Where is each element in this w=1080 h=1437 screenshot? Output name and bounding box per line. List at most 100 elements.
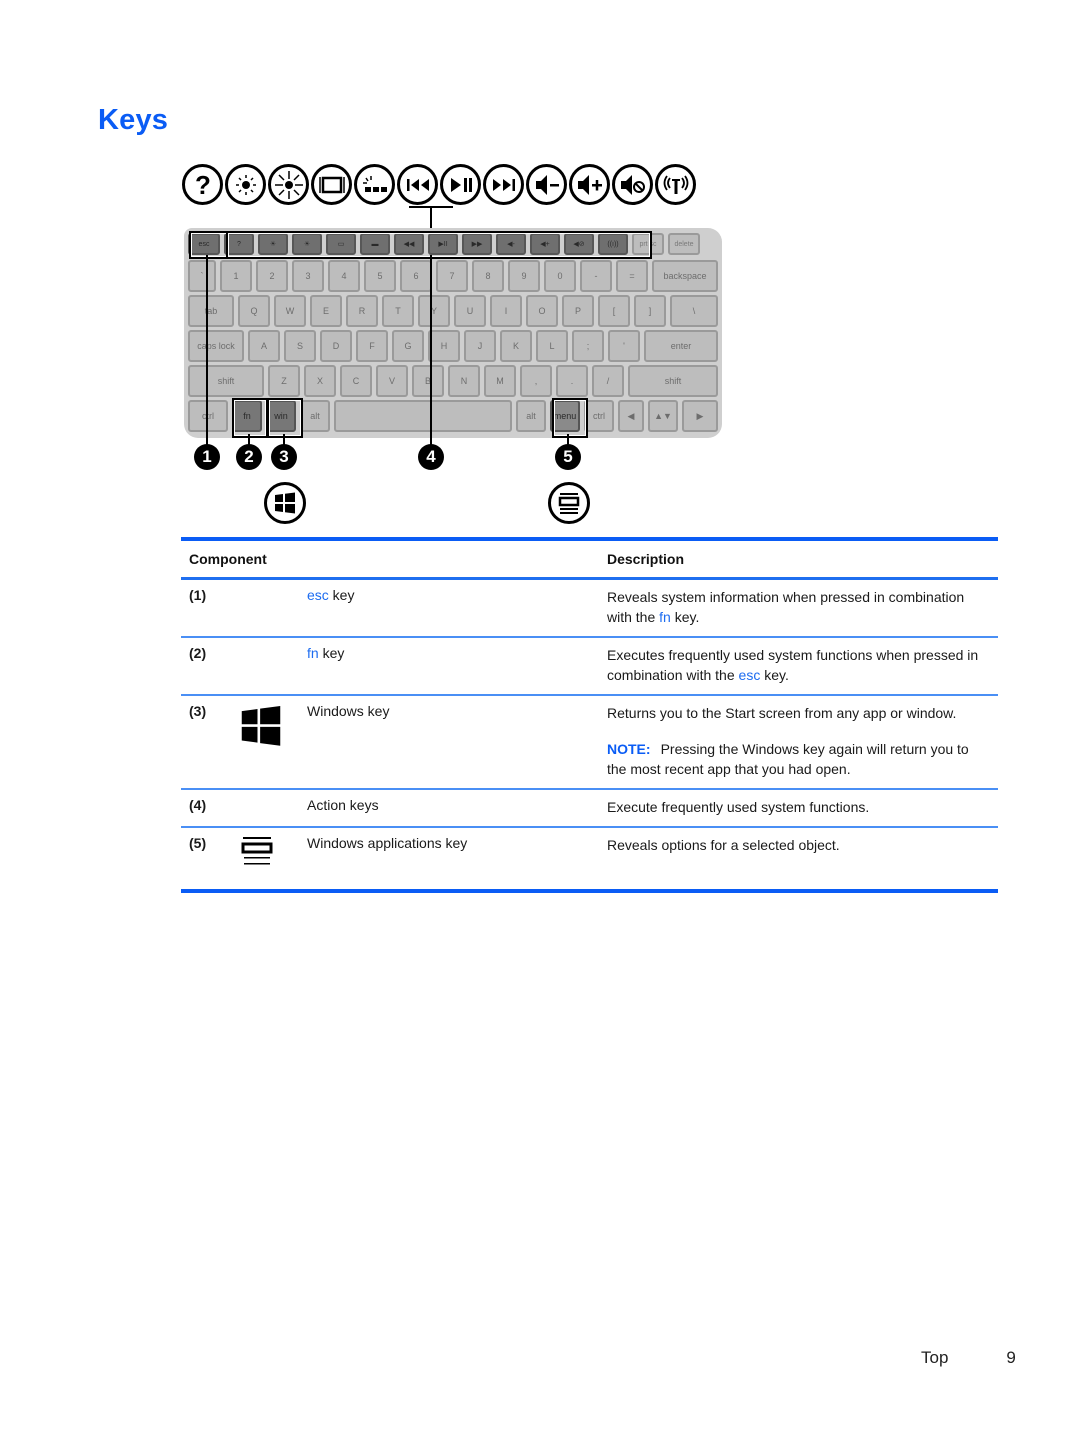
note-text: Pressing the Windows key again will retu… [607, 741, 969, 777]
row-component-name: Windows key [307, 703, 390, 719]
callout-3: 3 [271, 444, 297, 470]
row-icon-cell [235, 638, 307, 694]
row-component-name: Action keys [307, 797, 379, 813]
key: S [284, 330, 316, 362]
mute-icon [612, 164, 653, 205]
header-description: Description [607, 551, 685, 567]
desc-text: key. [670, 609, 700, 625]
key: W [274, 295, 306, 327]
key: N [448, 365, 480, 397]
row-number: (2) [189, 645, 207, 661]
caps-lock-key: caps lock [188, 330, 244, 362]
row-number: (5) [189, 835, 207, 851]
alt-gr-key: alt [516, 400, 546, 432]
key: 0 [544, 260, 576, 292]
key: D [320, 330, 352, 362]
fn-link-text: fn [659, 609, 671, 625]
volume-down-icon [526, 164, 567, 205]
f8-key: ▶▶ [462, 233, 492, 255]
key: X [304, 365, 336, 397]
table-row: (1) esc key Reveals system information w… [181, 580, 998, 638]
action-key-icon-strip: ? [182, 164, 696, 205]
f5-key: ▬ [360, 233, 390, 255]
page-number: 9 [1006, 1348, 1016, 1367]
key: ` [188, 260, 216, 292]
key: 1 [220, 260, 252, 292]
brightness-up-icon [268, 164, 309, 205]
prtsc-key: prt sc [632, 233, 664, 255]
function-key-row: esc ? ☀ ☀ ▭ ▬ ◀◀ ▶II ▶▶ ◀- ◀+ ◀⊘ ((ı)) p… [188, 233, 718, 255]
key: 3 [292, 260, 324, 292]
backspace-key: backspace [652, 260, 718, 292]
svg-text:?: ? [195, 170, 211, 200]
callout-1: 1 [194, 444, 220, 470]
spacebar-key [334, 400, 512, 432]
desc-text: Returns you to the Start screen from any… [607, 705, 957, 721]
key: K [500, 330, 532, 362]
f6-key: ◀◀ [394, 233, 424, 255]
desc-text: key. [760, 667, 789, 683]
key: ] [634, 295, 666, 327]
key: 8 [472, 260, 504, 292]
f4-key: ▭ [326, 233, 356, 255]
key: E [310, 295, 342, 327]
key: 5 [364, 260, 396, 292]
keyboard-backlight-icon [354, 164, 395, 205]
key: G [392, 330, 424, 362]
applications-key: menu [550, 400, 580, 432]
key: U [454, 295, 486, 327]
wireless-icon [655, 164, 696, 205]
fn-key: fn [232, 400, 262, 432]
name-suffix: key [328, 587, 355, 603]
leader-line-action-keys-top [430, 206, 432, 230]
callout-5: 5 [555, 444, 581, 470]
alt-key: alt [300, 400, 330, 432]
leader-line-4 [430, 255, 432, 445]
bottom-row: ctrl fn win alt alt menu ctrl ◀ ▲▼ ▶ [188, 400, 718, 432]
key: V [376, 365, 408, 397]
help-question-icon: ? [182, 164, 223, 205]
desc-text: Executes frequently used system function… [607, 647, 979, 683]
display-switch-icon [311, 164, 352, 205]
page-title: Keys [98, 104, 169, 136]
key: ' [608, 330, 640, 362]
key: I [490, 295, 522, 327]
key: ; [572, 330, 604, 362]
footer-section: Top [921, 1348, 949, 1367]
table-row: (4) Action keys Execute frequently used … [181, 790, 998, 828]
key: F [356, 330, 388, 362]
key: / [592, 365, 624, 397]
key: H [428, 330, 460, 362]
row-component-name: Windows applications key [307, 835, 468, 851]
key: 4 [328, 260, 360, 292]
key: C [340, 365, 372, 397]
windows-logo-icon [264, 482, 306, 524]
key: 2 [256, 260, 288, 292]
right-shift-key: shift [628, 365, 718, 397]
f2-key: ☀ [258, 233, 288, 255]
delete-key: delete [668, 233, 700, 255]
row-description: Execute frequently used system functions… [607, 799, 870, 815]
table-row: (3) Windows key Returns you to the Start… [181, 696, 998, 790]
key: O [526, 295, 558, 327]
row-component-name: fn key [307, 638, 607, 694]
windows-logo-icon [240, 705, 282, 750]
key: T [382, 295, 414, 327]
table-row: (2) fn key Executes frequently used syst… [181, 638, 998, 696]
key: 7 [436, 260, 468, 292]
windows-applications-icon [241, 835, 273, 872]
left-shift-key: shift [188, 365, 264, 397]
volume-up-icon [569, 164, 610, 205]
fn-link-text: fn [307, 645, 319, 661]
key: Z [268, 365, 300, 397]
tab-key: tab [188, 295, 234, 327]
table-header: Component Description [181, 541, 998, 580]
windows-key: win [266, 400, 296, 432]
f11-key: ◀⊘ [564, 233, 594, 255]
row-icon-cell [235, 790, 307, 826]
key: 6 [400, 260, 432, 292]
key: Y [418, 295, 450, 327]
key: . [556, 365, 588, 397]
esc-link-text: esc [307, 587, 329, 603]
key: = [616, 260, 648, 292]
